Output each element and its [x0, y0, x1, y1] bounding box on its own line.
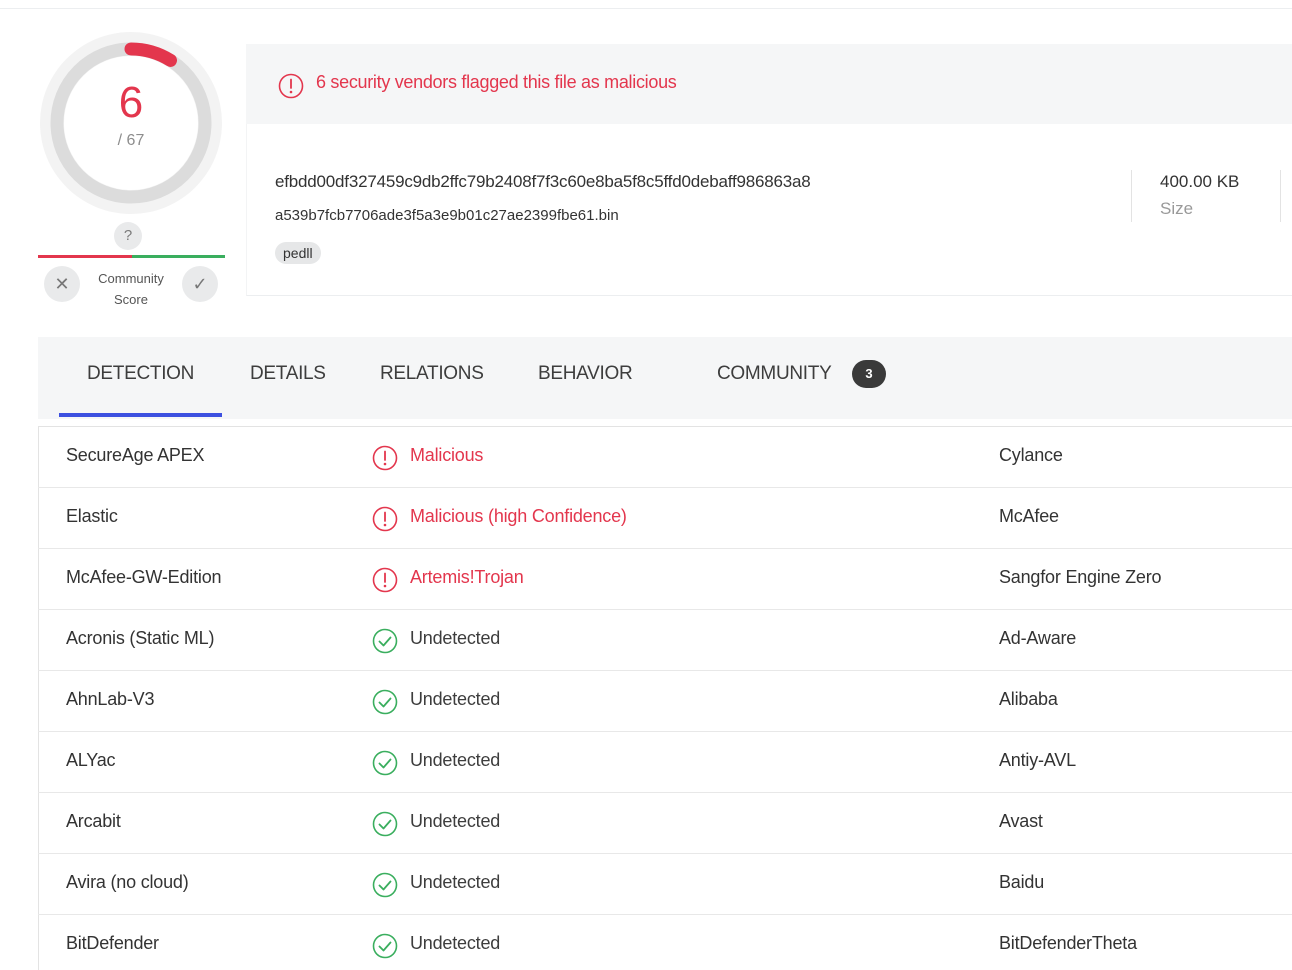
detection-result: Undetected — [410, 628, 501, 648]
table-row: SecureAge APEX Malicious Cylance — [38, 427, 1292, 488]
file-size-label: Size — [1160, 199, 1194, 218]
alert-circle-icon — [372, 445, 398, 476]
top-divider — [0, 8, 1292, 9]
vendor-name: Acronis (Static ML) — [66, 628, 215, 648]
tab-relations[interactable]: RELATIONS — [380, 363, 484, 385]
community-score: ? ✕ Community Score ✓ — [36, 222, 226, 312]
table-row: Elastic Malicious (high Confidence) McAfee — [38, 488, 1292, 549]
detection-result: Malicious (high Confidence) — [410, 506, 627, 526]
table-row: McAfee-GW-Edition Artemis!Trojan Sangfor E… — [38, 549, 1292, 610]
vendor-name: AhnLab-V3 — [66, 689, 155, 709]
detection-count: 6 — [118, 78, 144, 127]
check-circle-icon — [372, 689, 398, 720]
alert-circle-icon — [278, 73, 304, 99]
community-score-bar-negative — [38, 255, 134, 258]
file-hash[interactable]: efbdd00df327459c9db2ffc79b2408f7f3c60e8b… — [275, 172, 811, 192]
vendor-name-secondary: Avast — [999, 811, 1043, 831]
vendor-name-secondary: Ad-Aware — [999, 628, 1077, 648]
check-circle-icon — [372, 811, 398, 842]
vendor-name: McAfee-GW-Edition — [66, 567, 222, 587]
vendor-name: Avira (no cloud) — [66, 872, 189, 892]
divider — [1280, 170, 1281, 222]
community-score-bar-positive — [132, 255, 225, 258]
detection-result: Undetected — [410, 811, 501, 831]
active-tab-indicator — [59, 413, 222, 417]
alert-circle-icon — [372, 567, 398, 598]
detection-result: Undetected — [410, 689, 501, 709]
table-row: Acronis (Static ML) Undetected Ad-Aware — [38, 610, 1292, 671]
vendor-name-secondary: BitDefenderTheta — [999, 933, 1137, 953]
check-icon: ✓ — [192, 274, 208, 294]
tab-detection[interactable]: DETECTION — [87, 363, 194, 385]
vendor-name: Arcabit — [66, 811, 121, 831]
alert-circle-icon — [372, 506, 398, 537]
detection-result: Undetected — [410, 750, 501, 770]
vote-harmful-button[interactable]: ✕ — [44, 266, 80, 302]
vendor-name-secondary: Alibaba — [999, 689, 1058, 709]
detection-result: Artemis!Trojan — [410, 567, 524, 587]
vendor-name-secondary: Cylance — [999, 445, 1063, 465]
vendor-name: BitDefender — [66, 933, 159, 953]
engine-total: / 67 — [117, 132, 145, 149]
vendor-name: Elastic — [66, 506, 118, 526]
file-tag[interactable]: pedll — [275, 242, 321, 264]
close-icon: ✕ — [54, 274, 70, 294]
check-circle-icon — [372, 628, 398, 659]
table-row: BitDefender Undetected BitDefenderTheta — [38, 915, 1292, 970]
community-score-unknown-badge: ? — [114, 222, 142, 250]
detection-result: Undetected — [410, 872, 501, 892]
vendor-name-secondary: McAfee — [999, 506, 1059, 526]
tab-bar — [38, 337, 1292, 419]
file-name: a539b7fcb7706ade3f5a3e9b01c27ae2399fbe61… — [275, 207, 619, 224]
detection-score-ring: 6 / 67 — [40, 32, 222, 214]
community-count-badge: 3 — [852, 360, 886, 388]
tab-community[interactable]: COMMUNITY — [717, 363, 832, 385]
detection-result: Malicious — [410, 445, 484, 465]
vendor-name: SecureAge APEX — [66, 445, 205, 465]
vendor-name-secondary: Baidu — [999, 872, 1045, 892]
vendor-name: ALYac — [66, 750, 116, 770]
malicious-alert-text: 6 security vendors flagged this file as … — [316, 72, 677, 92]
tab-details[interactable]: DETAILS — [250, 363, 326, 385]
community-score-label-line2: Score — [114, 292, 148, 307]
table-row: AhnLab-V3 Undetected Alibaba — [38, 671, 1292, 732]
table-row: ALYac Undetected Antiy-AVL — [38, 732, 1292, 793]
detection-result: Undetected — [410, 933, 501, 953]
vendor-name-secondary: Antiy-AVL — [999, 750, 1076, 770]
divider — [1131, 170, 1132, 222]
vote-harmless-button[interactable]: ✓ — [182, 266, 218, 302]
file-size-value: 400.00 KB — [1160, 172, 1240, 191]
check-circle-icon — [372, 933, 398, 964]
community-score-label: Community Score — [86, 268, 176, 310]
tab-behavior[interactable]: BEHAVIOR — [538, 363, 633, 385]
vendor-name-secondary: Sangfor Engine Zero — [999, 567, 1162, 587]
table-row: Avira (no cloud) Undetected Baidu — [38, 854, 1292, 915]
community-score-label-line1: Community — [98, 271, 164, 286]
table-row: Arcabit Undetected Avast — [38, 793, 1292, 854]
check-circle-icon — [372, 750, 398, 781]
check-circle-icon — [372, 872, 398, 903]
